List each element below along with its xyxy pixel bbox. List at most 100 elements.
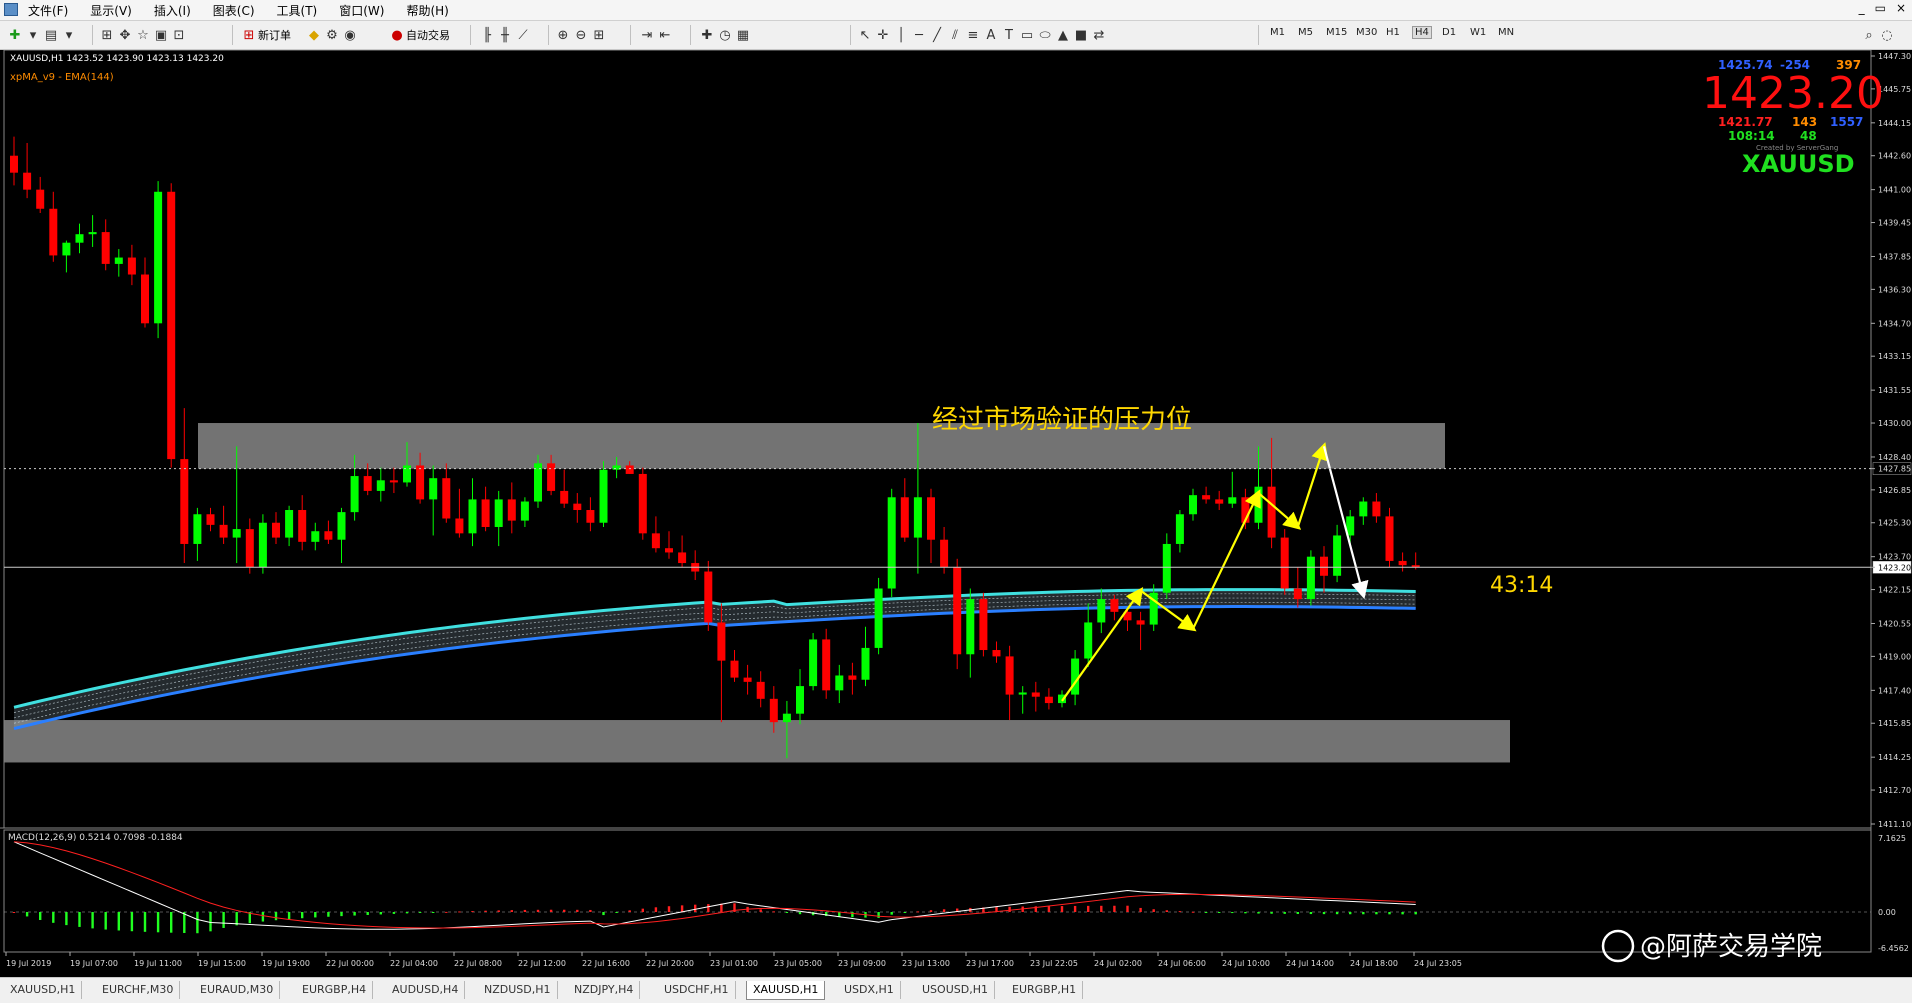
menu-file[interactable]: 文件(F) — [28, 2, 68, 19]
menu-view[interactable]: 显示(V) — [90, 2, 132, 19]
strategy-tester-icon[interactable]: ⊡ — [170, 26, 188, 44]
periods-icon[interactable]: ◷ — [716, 26, 734, 44]
crosshair-nav-icon[interactable]: ✥ — [116, 26, 134, 44]
text-icon[interactable]: A — [982, 26, 1000, 44]
zoom-out-icon[interactable]: ⊖ — [572, 26, 590, 44]
trendline-icon[interactable]: ╱ — [928, 26, 946, 44]
tab-nzdjpy-h4[interactable]: NZDJPY,H4 — [568, 981, 641, 999]
rectangle-icon[interactable]: ▭ — [1018, 26, 1036, 44]
candle-body — [1097, 599, 1106, 623]
menu-tools[interactable]: 工具(T) — [277, 2, 318, 19]
restore-button[interactable]: ▭ — [1875, 1, 1886, 15]
profiles-icon[interactable]: ▾ — [24, 26, 42, 44]
tab-eurgbp-h1[interactable]: EURGBP,H1 — [1006, 981, 1084, 999]
zoom-in-icon[interactable]: ⊕ — [554, 26, 572, 44]
menu-window[interactable]: 窗口(W) — [339, 2, 384, 19]
candle-body — [547, 463, 556, 491]
cursor-icon[interactable]: ↖ — [856, 26, 874, 44]
candle-body — [979, 599, 988, 651]
time-axis-label: 19 Jul 19:00 — [262, 959, 310, 968]
options-icon[interactable]: ◉ — [341, 26, 359, 44]
horizontal-line-icon[interactable]: ─ — [910, 26, 928, 44]
favorites-icon[interactable]: ☆ — [134, 26, 152, 44]
line-chart-icon[interactable]: ⟋ — [514, 26, 532, 44]
rectangle-filled-icon[interactable]: ■ — [1072, 26, 1090, 44]
tab-eurchf-m30[interactable]: EURCHF,M30 — [96, 981, 181, 999]
macd-histogram-bar — [1139, 907, 1142, 912]
macd-histogram-bar — [1231, 912, 1234, 914]
tf-m5[interactable]: M5 — [1298, 27, 1313, 38]
menu-charts[interactable]: 图表(C) — [213, 2, 255, 19]
chart-window[interactable]: 7.1625 0.00 -6.4562 1447.30 1445.75 1444.15 1… — [0, 49, 1912, 977]
tab-nzdusd-h1[interactable]: NZDUSD,H1 — [478, 981, 558, 999]
tile-windows-icon[interactable]: ⊞ — [590, 26, 608, 44]
info-big-price: 1423.20 — [1702, 68, 1884, 119]
close-button[interactable]: × — [1896, 1, 1906, 15]
macd-histogram-bar — [458, 911, 461, 913]
crosshair-icon[interactable]: ✛ — [874, 26, 892, 44]
chat-icon[interactable]: ◌ — [1878, 26, 1896, 44]
price-axis-label: 1423.70 — [1878, 553, 1911, 562]
tf-w1[interactable]: W1 — [1470, 27, 1486, 38]
navigator-icon[interactable]: ⊞ — [98, 26, 116, 44]
indicators-icon[interactable]: ✚ — [698, 26, 716, 44]
auto-trading-button[interactable]: ● 自动交易 — [388, 25, 450, 45]
price-axis-label: 1441.00 — [1878, 186, 1911, 195]
tab-usdchf-h1[interactable]: USDCHF,H1 — [658, 981, 736, 999]
candle-body — [1320, 556, 1328, 576]
tf-m15[interactable]: M15 — [1326, 27, 1347, 38]
autoscroll-icon[interactable]: ⇤ — [656, 26, 674, 44]
auto-trading-icon: ● — [391, 27, 403, 43]
tf-m1[interactable]: M1 — [1270, 27, 1285, 38]
metaeditor-icon[interactable]: ◆ — [305, 26, 323, 44]
vertical-line-icon[interactable]: │ — [892, 26, 910, 44]
data-window-icon[interactable]: ▾ — [60, 26, 78, 44]
candle-body — [127, 257, 136, 275]
chart-canvas[interactable]: 7.16250.00-6.4562 1447.301445.751444.151… — [0, 49, 1912, 977]
tf-h4[interactable]: H4 — [1412, 26, 1432, 39]
candle-body — [494, 499, 503, 527]
info-row2-left: 1421.77 — [1718, 115, 1773, 129]
new-chart-icon[interactable]: ✚ — [6, 26, 24, 44]
chart-tabs: XAUUSD,H1 EURCHF,M30 EURAUD,M30 EURGBP,H… — [0, 977, 1912, 1003]
tab-xauusd-h1[interactable]: XAUUSD,H1 — [746, 981, 826, 1000]
menu-help[interactable]: 帮助(H) — [406, 2, 448, 19]
macd-histogram-bar — [327, 912, 330, 917]
tf-h1[interactable]: H1 — [1386, 27, 1400, 38]
tf-d1[interactable]: D1 — [1442, 27, 1456, 38]
tab-euraud-m30[interactable]: EURAUD,M30 — [194, 981, 281, 999]
channel-icon[interactable]: ⫽ — [946, 26, 964, 44]
search-icon[interactable]: ⌕ — [1860, 26, 1878, 44]
tf-mn[interactable]: MN — [1498, 27, 1514, 38]
tf-m30[interactable]: M30 — [1356, 27, 1377, 38]
macd-histogram-bar — [1204, 912, 1208, 913]
new-order-button[interactable]: ⊞ 新订单 — [240, 25, 291, 45]
macd-histogram-bar — [1126, 905, 1129, 912]
ellipse-icon[interactable]: ⬭ — [1036, 26, 1054, 44]
market-watch-icon[interactable]: ▤ — [42, 26, 60, 44]
bar-chart-icon[interactable]: ╟ — [478, 26, 496, 44]
minimize-button[interactable]: _ — [1859, 1, 1865, 15]
info-row3-left: 108:14 — [1728, 129, 1775, 143]
macd-histogram-bar — [798, 912, 802, 915]
fibonacci-icon[interactable]: ≡ — [964, 26, 982, 44]
candlestick-icon[interactable]: ╫ — [496, 26, 514, 44]
macd-histogram-bar — [340, 912, 343, 917]
macd-histogram-bar — [432, 912, 435, 913]
chart-shift-icon[interactable]: ⇥ — [638, 26, 656, 44]
arrows-icon[interactable]: ⇄ — [1090, 26, 1108, 44]
tab-usdx-h1[interactable]: USDX,H1 — [838, 981, 901, 999]
tester-icon[interactable]: ⚙ — [323, 26, 341, 44]
macd-histogram-bar — [1414, 912, 1417, 915]
tab-usousd-h1[interactable]: USOUSD,H1 — [916, 981, 995, 999]
tab-xauusd-h1-a[interactable]: XAUUSD,H1 — [4, 981, 83, 999]
tab-eurgbp-h4[interactable]: EURGBP,H4 — [296, 981, 374, 999]
terminal-icon[interactable]: ▣ — [152, 26, 170, 44]
text-label-icon[interactable]: T — [1000, 26, 1018, 44]
candle-body — [363, 476, 372, 491]
templates-icon[interactable]: ▦ — [734, 26, 752, 44]
candle-body — [900, 497, 909, 538]
tab-audusd-h4[interactable]: AUDUSD,H4 — [386, 981, 466, 999]
triangle-icon[interactable]: ▲ — [1054, 26, 1072, 44]
menu-insert[interactable]: 插入(I) — [154, 2, 191, 19]
